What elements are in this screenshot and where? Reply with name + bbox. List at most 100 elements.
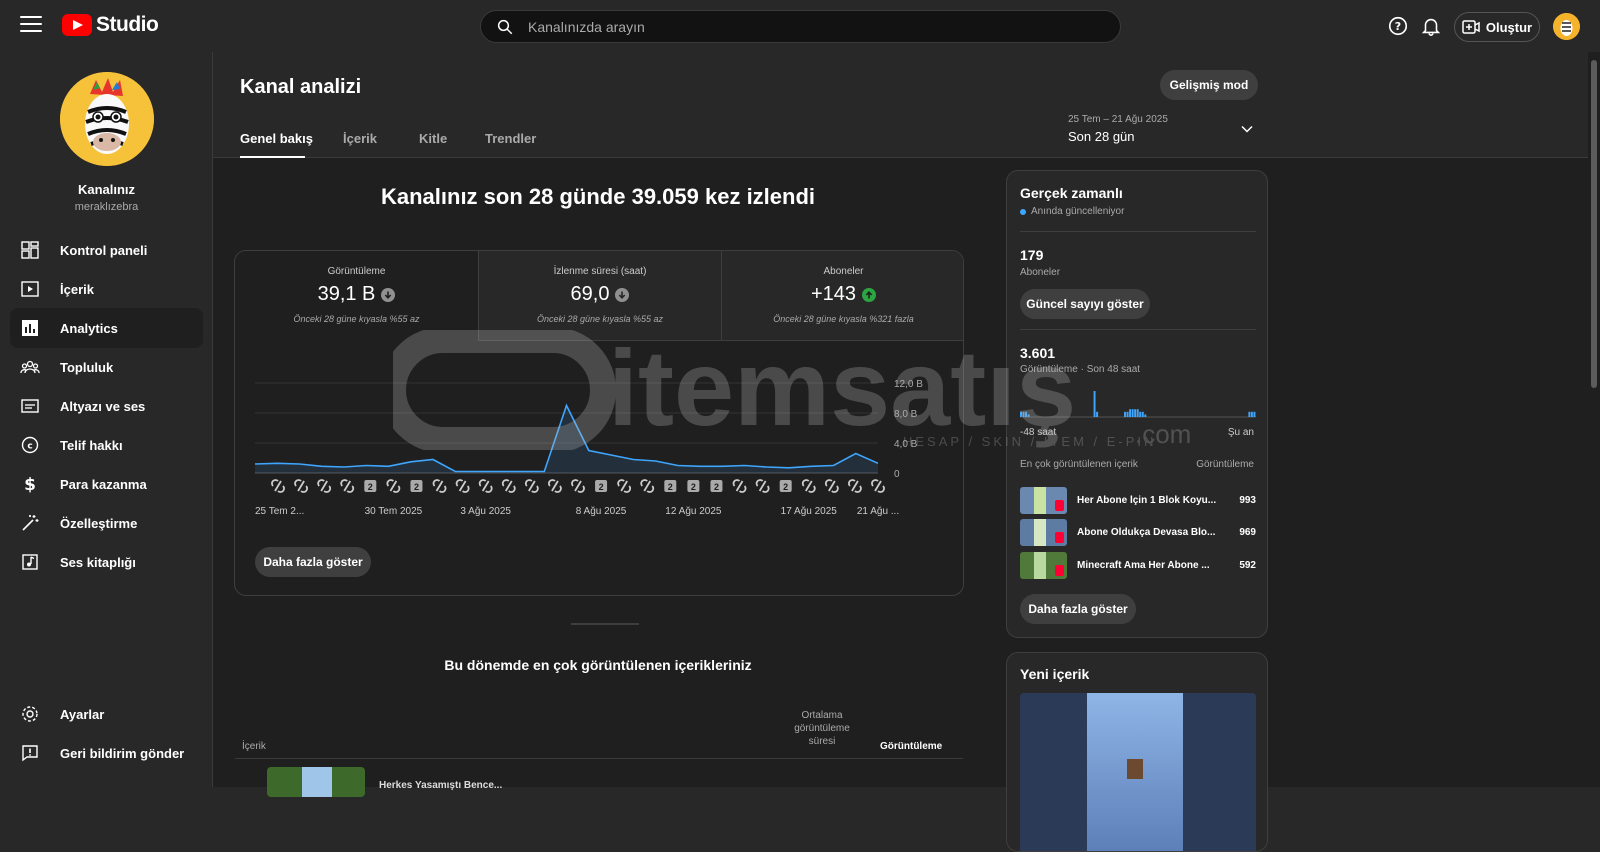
shorts-marker[interactable]	[848, 479, 862, 493]
video-count-marker[interactable]: 2	[364, 480, 377, 492]
show-more-button[interactable]: Daha fazla göster	[255, 547, 371, 577]
video-count-marker[interactable]: 2	[710, 480, 723, 492]
realtime-bar[interactable]	[1250, 411, 1253, 417]
views-line-chart[interactable]: 12,0 B 8,0 B 4,0 B 0 2 2 2 2 2 2 2 25 Tem 2... 30 Te…	[235, 361, 964, 531]
shorts-marker[interactable]	[755, 479, 770, 493]
video-count-marker[interactable]: 2	[779, 480, 792, 492]
realtime-bar[interactable]	[1139, 411, 1142, 417]
search-input[interactable]	[528, 18, 1088, 35]
help-icon[interactable]: ?	[1387, 15, 1409, 37]
sidebar-item-analytics[interactable]: Analytics	[10, 308, 203, 348]
notifications-icon[interactable]	[1420, 15, 1442, 37]
realtime-video-item[interactable]: Abone Oldukça Devasa Blo... 969	[1020, 518, 1256, 546]
realtime-bar[interactable]	[1022, 411, 1025, 417]
shorts-marker[interactable]	[455, 479, 470, 493]
divider	[1020, 329, 1256, 330]
chevron-down-icon[interactable]	[1240, 122, 1254, 136]
tab-content[interactable]: İçerik	[343, 131, 377, 146]
shorts-marker[interactable]	[386, 479, 401, 493]
sidebar-item-label: Topluluk	[60, 359, 114, 375]
shorts-marker[interactable]	[340, 479, 355, 493]
svg-text:2: 2	[599, 482, 604, 492]
magic-wand-icon	[22, 515, 39, 531]
copyright-icon: c	[21, 436, 39, 454]
shorts-marker[interactable]	[317, 479, 332, 493]
video-thumbnail[interactable]	[267, 767, 365, 797]
date-range[interactable]: 25 Tem – 21 Ağu 2025	[1068, 114, 1168, 125]
col-avg-duration[interactable]: Ortalama görüntüleme süresi	[787, 709, 857, 748]
realtime-bar[interactable]	[1248, 411, 1251, 417]
realtime-bar[interactable]	[1141, 411, 1144, 417]
sidebar-item-subtitles[interactable]: Altyazı ve ses	[10, 386, 203, 426]
studio-logo[interactable]: Studio	[62, 13, 159, 37]
realtime-video-item[interactable]: Her Abone İçin 1 Blok Koyu... 993	[1020, 486, 1256, 514]
sidebar-item-settings[interactable]: Ayarlar	[10, 694, 203, 734]
realtime-bar[interactable]	[1093, 391, 1096, 417]
sidebar-item-audio-library[interactable]: Ses kitaplığı	[10, 542, 203, 582]
shorts-marker[interactable]	[640, 479, 655, 493]
realtime-bar[interactable]	[1025, 411, 1028, 417]
create-button[interactable]: Oluştur	[1454, 12, 1540, 42]
scrollbar-thumb[interactable]	[1591, 60, 1597, 388]
tab-audience[interactable]: Kitle	[419, 131, 447, 146]
sidebar-item-monetization[interactable]: $ Para kazanma	[10, 464, 203, 504]
date-period[interactable]: Son 28 gün	[1068, 129, 1135, 144]
sidebar-item-copyright[interactable]: c Telif hakkı	[10, 425, 203, 465]
sidebar-item-feedback[interactable]: Geri bildirim gönder	[10, 733, 203, 773]
realtime-bar[interactable]	[1020, 411, 1022, 417]
search-box[interactable]	[480, 10, 1121, 43]
x-tick-label: 8 Ağu 2025	[576, 506, 627, 517]
new-content-thumbnail[interactable]	[1020, 693, 1256, 851]
tab-trends[interactable]: Trendler	[485, 131, 536, 146]
sidebar-item-content[interactable]: İçerik	[10, 269, 203, 309]
channel-name: Kanalınız	[77, 182, 136, 197]
realtime-bar[interactable]	[1027, 414, 1030, 417]
metric-comparison: Önceki 28 güne kıyasla %55 az	[536, 314, 664, 324]
realtime-bar[interactable]	[1129, 409, 1132, 417]
shorts-marker[interactable]	[824, 479, 839, 493]
shorts-marker[interactable]	[571, 479, 585, 493]
shorts-marker[interactable]	[617, 479, 632, 493]
video-count-marker[interactable]: 2	[687, 480, 700, 492]
sidebar-item-customization[interactable]: Özelleştirme	[10, 503, 203, 543]
shorts-marker[interactable]	[524, 479, 539, 493]
video-count-marker[interactable]: 2	[664, 480, 677, 492]
video-count-marker[interactable]: 2	[410, 480, 423, 492]
shorts-marker[interactable]	[271, 479, 285, 493]
shorts-marker[interactable]	[871, 479, 885, 493]
tab-overview[interactable]: Genel bakış	[240, 131, 313, 146]
sidebar-item-dashboard[interactable]: Kontrol paneli	[10, 230, 203, 270]
video-title[interactable]: Herkes Yasamıştı Bence...	[379, 780, 502, 791]
shorts-marker[interactable]	[732, 479, 747, 493]
realtime-bar[interactable]	[1096, 411, 1099, 417]
sidebar-item-community[interactable]: Topluluk	[10, 347, 203, 387]
col-views[interactable]: Görüntüleme	[880, 741, 942, 752]
scrollbar[interactable]	[1588, 52, 1600, 787]
advanced-mode-button[interactable]: Gelişmiş mod	[1160, 70, 1258, 100]
realtime-bar[interactable]	[1126, 411, 1129, 417]
shorts-marker[interactable]	[478, 479, 493, 493]
channel-avatar[interactable]	[60, 72, 154, 166]
sidebar-item-label: Geri bildirim gönder	[60, 745, 185, 761]
show-current-count-button[interactable]: Güncel sayıyı göster	[1020, 289, 1150, 319]
shorts-marker[interactable]	[432, 479, 447, 493]
video-count-marker[interactable]: 2	[595, 480, 608, 492]
realtime-bar[interactable]	[1134, 409, 1137, 417]
metric-subscribers[interactable]: Aboneler +143 Önceki 28 güne kıyasla %32…	[721, 251, 963, 340]
shorts-marker[interactable]	[501, 479, 516, 493]
menu-icon[interactable]	[20, 16, 42, 34]
shorts-marker[interactable]	[548, 479, 562, 493]
realtime-bar-chart[interactable]	[1020, 383, 1256, 423]
realtime-bar[interactable]	[1144, 414, 1147, 417]
realtime-bar[interactable]	[1253, 411, 1256, 417]
realtime-bar[interactable]	[1136, 409, 1139, 417]
account-avatar[interactable]	[1553, 13, 1580, 40]
shorts-marker[interactable]	[294, 479, 308, 493]
realtime-video-item[interactable]: Minecraft Ama Her Abone ... 592	[1020, 551, 1256, 579]
realtime-bar[interactable]	[1124, 411, 1126, 417]
shorts-marker[interactable]	[801, 479, 816, 493]
metric-views[interactable]: Görüntüleme 39,1 B Önceki 28 güne kıyasl…	[235, 251, 478, 340]
realtime-show-more-button[interactable]: Daha fazla göster	[1020, 594, 1136, 624]
metric-watch-time[interactable]: İzlenme süresi (saat) 69,0 Önceki 28 gün…	[478, 251, 721, 340]
realtime-bar[interactable]	[1131, 409, 1134, 417]
